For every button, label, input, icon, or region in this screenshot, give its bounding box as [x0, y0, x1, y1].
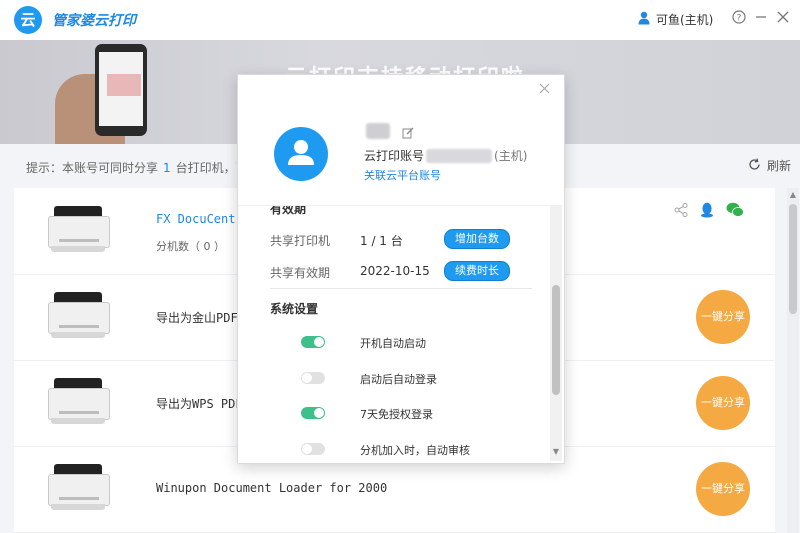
- sub-count: 分机数（ 0 ）: [156, 240, 225, 253]
- toggle-auto-approve[interactable]: [301, 443, 325, 455]
- toggle-auto-login[interactable]: [301, 372, 325, 384]
- qq-icon[interactable]: [700, 202, 714, 221]
- user-menu[interactable]: 可鱼(主机): [638, 11, 713, 28]
- phone-illustration: [95, 44, 147, 136]
- share-button[interactable]: 一键分享: [696, 462, 750, 516]
- popup-close-icon[interactable]: [536, 81, 552, 97]
- validity-section-title: 有效期: [270, 205, 307, 216]
- printer-icon: [48, 206, 110, 254]
- share-validity-value: 2022-10-15: [360, 264, 430, 278]
- account-prefix: 云打印账号: [364, 149, 425, 163]
- shared-printer-value: 1 / 1 台: [360, 234, 403, 248]
- close-icon[interactable]: [774, 10, 792, 28]
- renew-button[interactable]: 续费时长: [444, 261, 510, 281]
- account-suffix: (主机): [494, 149, 528, 163]
- printer-name: Winupon Document Loader for 2000: [156, 481, 388, 495]
- printer-actions: [674, 202, 744, 221]
- tip-count: 1: [163, 161, 171, 175]
- avatar-icon: [274, 127, 328, 181]
- popup-scrollbar[interactable]: ▼: [550, 205, 562, 461]
- svg-text:?: ?: [737, 14, 742, 24]
- add-count-button[interactable]: 增加台数: [444, 229, 510, 249]
- setting-label: 7天免授权登录: [360, 408, 433, 421]
- app-title: 管家婆云打印: [52, 13, 136, 29]
- share-tip: 提示：本账号可同时分享 1 台打印机，已分享: [26, 159, 272, 176]
- share-icon[interactable]: [674, 202, 688, 220]
- user-icon: [638, 11, 650, 28]
- popup-scroll-area: 有效期 共享打印机 1 / 1 台 增加台数 共享有效期 2022-10-15 …: [238, 205, 550, 462]
- setting-label: 分机加入时，自动审核: [360, 444, 470, 457]
- printer-name: 导出为金山PDF: [156, 311, 238, 325]
- account-name-masked: [366, 123, 390, 139]
- help-icon[interactable]: ?: [730, 10, 748, 28]
- account-popup: 云打印账号 (主机) 关联云平台账号 有效期 共享打印机 1 / 1 台 增加台…: [237, 74, 565, 464]
- tip-prefix: 提示：本账号可同时分享: [26, 161, 159, 175]
- refresh-label: 刷新: [767, 159, 792, 173]
- title-bar: 云 管家婆云打印 可鱼(主机) ?: [0, 0, 800, 40]
- settings-section-title: 系统设置: [270, 302, 319, 316]
- toggle-7day-login[interactable]: [301, 407, 325, 419]
- printer-icon: [48, 292, 110, 340]
- list-scrollbar[interactable]: ▲: [787, 188, 799, 533]
- scroll-thumb[interactable]: [789, 204, 797, 314]
- share-validity-label: 共享有效期: [270, 266, 331, 280]
- account-id: 云打印账号 (主机): [364, 147, 527, 164]
- scroll-up-icon[interactable]: ▲: [789, 190, 797, 200]
- link-cloud-account[interactable]: 关联云平台账号: [364, 167, 441, 183]
- section-divider: [270, 288, 532, 289]
- refresh-button[interactable]: 刷新: [748, 157, 791, 174]
- printer-icon: [48, 464, 110, 512]
- share-button[interactable]: 一键分享: [696, 376, 750, 430]
- setting-label: 启动后自动登录: [360, 373, 437, 386]
- minimize-icon[interactable]: [752, 10, 770, 28]
- account-id-masked: [426, 148, 493, 163]
- popup-scroll-thumb[interactable]: [552, 285, 560, 395]
- toggle-auto-start[interactable]: [301, 336, 325, 348]
- printer-icon: [48, 378, 110, 426]
- shared-printer-label: 共享打印机: [270, 234, 331, 248]
- printer-name: 导出为WPS PDF: [156, 397, 243, 411]
- wechat-icon[interactable]: [726, 202, 744, 221]
- edit-icon[interactable]: [402, 127, 414, 142]
- user-name: 可鱼(主机): [656, 13, 714, 27]
- refresh-icon: [748, 157, 761, 174]
- app-logo-icon: 云: [14, 6, 42, 34]
- setting-label: 开机自动启动: [360, 337, 426, 350]
- printer-name: FX DocuCentr: [156, 212, 243, 226]
- scroll-down-icon[interactable]: ▼: [552, 447, 560, 457]
- share-button[interactable]: 一键分享: [696, 290, 750, 344]
